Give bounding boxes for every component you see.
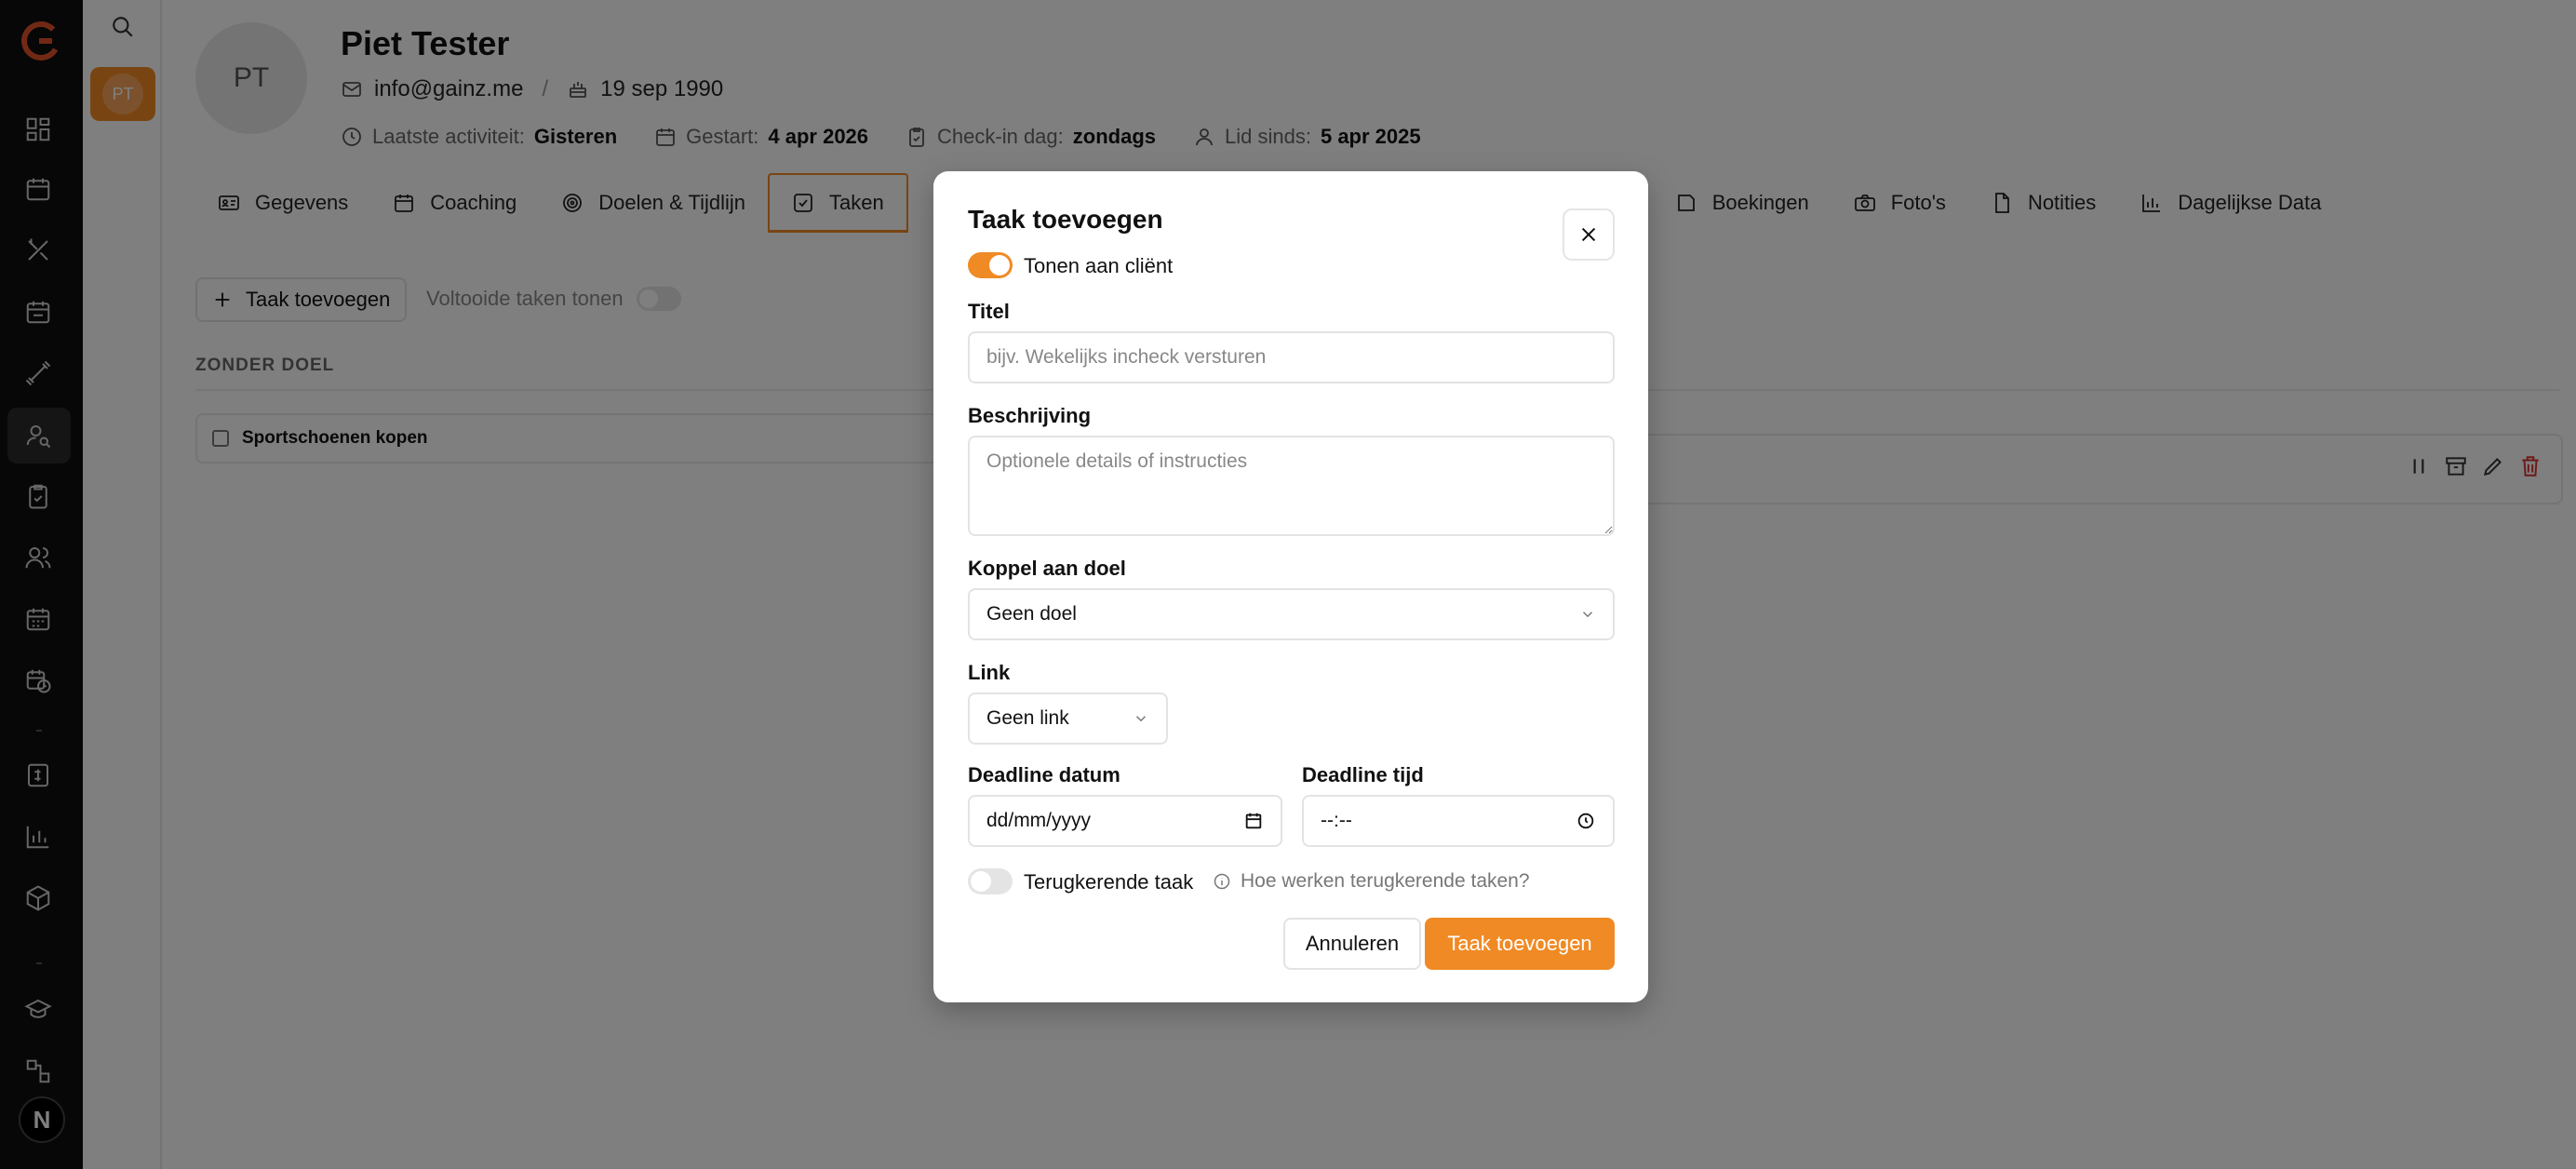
title-label: Titel	[968, 300, 1010, 323]
link-select[interactable]: Geen link	[968, 692, 1168, 745]
goal-select-value: Geen doel	[986, 603, 1077, 625]
link-label: Link	[968, 661, 1011, 684]
description-textarea[interactable]	[968, 436, 1615, 536]
add-task-dialog: Taak toevoegen Tonen aan cliënt Titel Be…	[933, 171, 1648, 1002]
deadline-date-value: dd/mm/yyyy	[986, 810, 1092, 831]
recurring-help-text: Hoe werken terugkerende taken?	[1241, 870, 1530, 892]
deadline-time-input[interactable]: --:--	[1302, 795, 1615, 847]
recurring-help-link[interactable]: Hoe werken terugkerende taken?	[1213, 870, 1530, 893]
recurring-label: Terugkerende taak	[1024, 870, 1194, 894]
goal-select[interactable]: Geen doel	[968, 588, 1615, 640]
deadline-time-value: --:--	[1321, 810, 1352, 831]
show-to-client-toggle[interactable]	[968, 252, 1013, 278]
deadline-date-label: Deadline datum	[968, 763, 1120, 786]
submit-task-button[interactable]: Taak toevoegen	[1425, 918, 1615, 970]
dialog-title: Taak toevoegen	[968, 205, 1163, 234]
clock-icon[interactable]	[1576, 811, 1596, 831]
cancel-button[interactable]: Annuleren	[1283, 918, 1421, 970]
link-select-value: Geen link	[986, 707, 1069, 729]
close-button[interactable]	[1563, 208, 1615, 261]
info-icon	[1214, 873, 1230, 890]
calendar-icon[interactable]	[1243, 811, 1264, 831]
deadline-date-input[interactable]: dd/mm/yyyy	[968, 795, 1282, 847]
chevron-down-icon	[1582, 611, 1593, 618]
close-icon	[1581, 227, 1596, 242]
recurring-toggle[interactable]	[968, 868, 1013, 894]
deadline-time-label: Deadline tijd	[1302, 763, 1424, 786]
title-input[interactable]	[968, 331, 1615, 383]
goal-label: Koppel aan doel	[968, 557, 1126, 580]
show-to-client-label: Tonen aan cliënt	[1024, 254, 1174, 277]
description-label: Beschrijving	[968, 404, 1092, 427]
chevron-down-icon	[1135, 716, 1147, 722]
